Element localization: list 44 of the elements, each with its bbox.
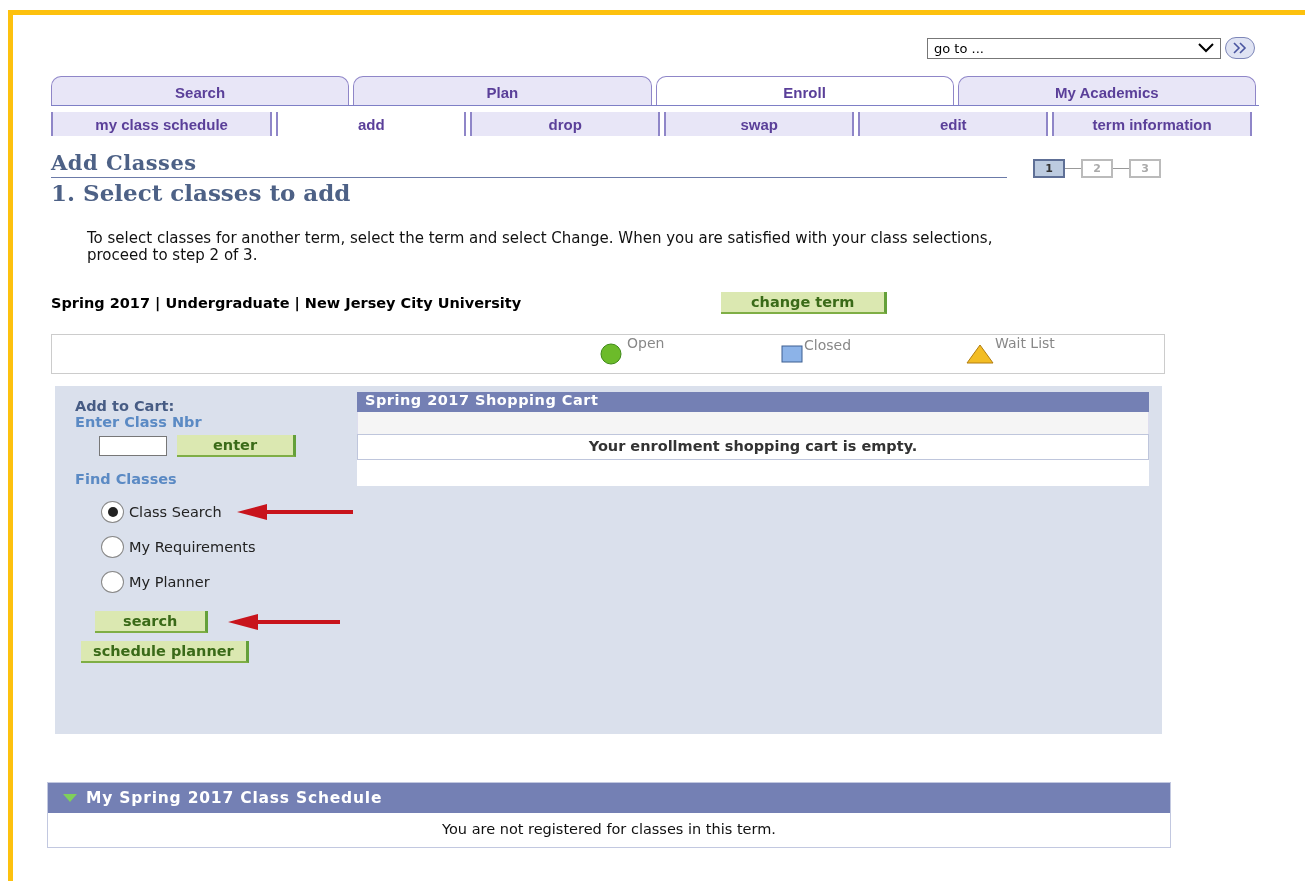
closed-square-icon — [781, 345, 804, 363]
radio-label: Class Search — [129, 504, 222, 520]
tab[interactable]: Enroll — [655, 76, 954, 105]
term-text: Spring 2017 | Undergraduate | New Jersey City University — [51, 295, 523, 311]
subtab[interactable]: swap — [664, 112, 855, 136]
radio-label: My Planner — [129, 574, 210, 590]
radio-button[interactable] — [101, 571, 124, 593]
instructions-text: To select classes for another term, select the term and select Change. When you are satisfied with your class selections, proceed to step 2 of 3. — [87, 230, 994, 264]
subtab[interactable]: add — [276, 112, 467, 136]
radio-button[interactable] — [101, 501, 124, 523]
tab[interactable]: Search — [51, 76, 350, 105]
class-nbr-label: Enter Class Nbr — [75, 414, 203, 430]
schedule-title: My Spring 2017 Class Schedule — [86, 789, 383, 807]
step-title: 1. Select classes to add — [51, 179, 352, 206]
tab[interactable]: Plan — [353, 76, 652, 105]
find-classes-label: Find Classes — [75, 471, 178, 487]
step-indicator: 1 — [1033, 159, 1065, 178]
subtab[interactable]: term information — [1052, 112, 1252, 136]
subtab[interactable]: edit — [858, 112, 1049, 136]
enter-button[interactable]: enter — [177, 435, 297, 457]
subtab[interactable]: my class schedule — [51, 112, 273, 136]
schedule-planner-button[interactable]: schedule planner — [81, 641, 249, 663]
cart-empty-message: Your enrollment shopping cart is empty. — [357, 434, 1149, 460]
legend-label: Open — [627, 335, 665, 351]
double-chevron-icon — [1232, 42, 1248, 54]
subtab[interactable]: drop — [470, 112, 661, 136]
radio-label: My Requirements — [129, 539, 256, 555]
step-indicator: 3 — [1129, 159, 1161, 178]
tab[interactable]: My Academics — [957, 76, 1256, 105]
change-term-button[interactable]: change term — [721, 292, 888, 314]
cart-header: Spring 2017 Shopping Cart — [357, 392, 1149, 412]
chevron-down-icon — [1198, 43, 1214, 53]
go-to-dropdown[interactable]: go to ... — [927, 37, 1221, 59]
schedule-message: You are not registered for classes in this term. — [441, 820, 777, 839]
search-button[interactable]: search — [95, 611, 209, 633]
go-button[interactable] — [1225, 37, 1255, 59]
add-to-cart-label: Add to Cart: — [75, 398, 176, 414]
legend-label: Closed — [804, 337, 852, 353]
step-indicator: 2 — [1081, 159, 1113, 178]
wait-list-triangle-icon — [965, 343, 995, 365]
legend-label: Wait List — [995, 335, 1055, 351]
page-title: Add Classes — [51, 150, 1007, 178]
radio-button[interactable] — [101, 536, 124, 558]
class-nbr-input[interactable] — [99, 436, 167, 456]
